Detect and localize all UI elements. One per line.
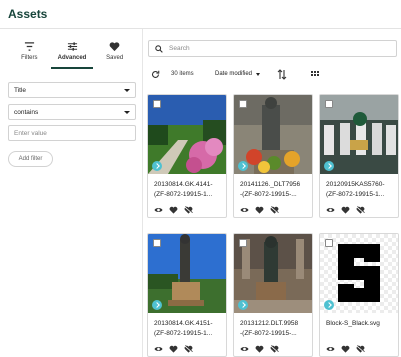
refresh-icon[interactable] [151, 70, 160, 79]
asset-actions [326, 206, 365, 214]
filter-field-value: Title [14, 86, 27, 94]
asset-title-line2: -(ZF-8072-19915-... [240, 191, 297, 198]
asset-actions [154, 345, 193, 353]
search-placeholder: Search [169, 45, 190, 52]
hide-heart-icon[interactable] [270, 206, 279, 214]
grid-view-icon[interactable] [311, 71, 319, 79]
filter-tabs: Filters Advanced Saved [8, 41, 136, 69]
asset-actions [240, 206, 279, 214]
select-checkbox[interactable] [153, 239, 161, 247]
block-s-logo [338, 244, 380, 302]
asset-title-line1: 20131212.DLT.9958 [240, 320, 299, 327]
filter-operator-value: contains [14, 108, 39, 116]
share-icon[interactable] [238, 300, 248, 310]
heart-icon[interactable] [169, 206, 178, 214]
tab-advanced[interactable]: Advanced [50, 41, 94, 69]
asset-title: 20131212.DLT.9958 -(ZF-8072-19915-... [240, 319, 308, 339]
hide-heart-icon[interactable] [270, 345, 279, 353]
hide-heart-icon[interactable] [184, 206, 193, 214]
asset-title: 20141126._DLT7956 -(ZF-8072-19915-... [240, 180, 308, 200]
page-title: Assets [8, 7, 48, 21]
tab-filters[interactable]: Filters [8, 41, 51, 69]
search-bar[interactable]: Search [148, 40, 397, 57]
add-filter-button[interactable]: Add filter [8, 151, 53, 167]
asset-title-line2: (ZF-8072-19915-1... [326, 191, 385, 198]
sort-label: Date modified [215, 71, 253, 77]
asset-title-line2: -(ZF-8072-19915-... [240, 330, 297, 337]
filter-field-select[interactable]: Title [8, 82, 136, 98]
asset-title-line1: 20141126._DLT7956 [240, 181, 301, 188]
tab-saved[interactable]: Saved [93, 41, 136, 69]
asset-title-line1: 20130814.GK.4151- [154, 320, 213, 327]
share-icon[interactable] [324, 161, 334, 171]
select-checkbox[interactable] [239, 239, 247, 247]
asset-title: Block-S_Black.svg [326, 319, 394, 329]
filter-icon [24, 42, 34, 51]
sort-direction-icon[interactable] [277, 69, 287, 80]
asset-title-line2: (ZF-8072-19915-1... [154, 191, 213, 198]
search-icon [155, 44, 163, 53]
eye-icon[interactable] [326, 345, 335, 353]
share-icon[interactable] [238, 161, 248, 171]
share-icon[interactable] [152, 161, 162, 171]
chevron-down-icon [124, 88, 130, 92]
eye-icon[interactable] [240, 345, 249, 353]
heart-icon[interactable] [255, 206, 264, 214]
select-checkbox[interactable] [239, 100, 247, 108]
asset-card[interactable]: 20130814.GK.4151- (ZF-8072-19915-1... [147, 233, 227, 357]
tab-saved-label: Saved [106, 55, 124, 61]
heart-icon[interactable] [255, 345, 264, 353]
asset-card[interactable]: Block-S_Black.svg [319, 233, 399, 357]
asset-card[interactable]: 20141126._DLT7956 -(ZF-8072-19915-... [233, 94, 313, 218]
asset-actions [326, 345, 365, 353]
tab-filters-label: Filters [21, 55, 38, 61]
asset-card[interactable]: 20130814.GK.4141- (ZF-8072-19915-1... [147, 94, 227, 218]
select-checkbox[interactable] [325, 239, 333, 247]
heart-icon[interactable] [169, 345, 178, 353]
asset-card[interactable]: 20120915KAS5760- (ZF-8072-19915-1... [319, 94, 399, 218]
asset-title: 20130814.GK.4141- (ZF-8072-19915-1... [154, 180, 222, 200]
heart-icon[interactable] [341, 206, 350, 214]
eye-icon[interactable] [240, 206, 249, 214]
eye-icon[interactable] [326, 206, 335, 214]
filter-value-placeholder: Enter value [14, 129, 47, 137]
eye-icon[interactable] [154, 345, 163, 353]
asset-title-line1: 20130814.GK.4141- [154, 181, 213, 188]
heart-icon[interactable] [341, 345, 350, 353]
hide-heart-icon[interactable] [356, 206, 365, 214]
results-toolbar: 30 items Date modified [148, 68, 397, 82]
select-checkbox[interactable] [153, 100, 161, 108]
share-icon[interactable] [152, 300, 162, 310]
sort-select[interactable]: Date modified [215, 71, 261, 77]
asset-title: 20120915KAS5760- (ZF-8072-19915-1... [326, 180, 394, 200]
eye-icon[interactable] [154, 206, 163, 214]
filter-panel: Filters Advanced Saved Title contains En… [0, 29, 143, 357]
hide-heart-icon[interactable] [356, 345, 365, 353]
asset-title: 20130814.GK.4151- (ZF-8072-19915-1... [154, 319, 222, 339]
filter-value-input[interactable]: Enter value [8, 125, 136, 141]
sliders-icon [67, 42, 77, 51]
tab-advanced-label: Advanced [57, 55, 87, 61]
hide-heart-icon[interactable] [184, 345, 193, 353]
filter-operator-select[interactable]: contains [8, 104, 136, 120]
share-icon[interactable] [324, 300, 334, 310]
app-header: Assets [0, 0, 401, 29]
asset-actions [240, 345, 279, 353]
asset-card[interactable]: 20131212.DLT.9958 -(ZF-8072-19915-... [233, 233, 313, 357]
chevron-down-icon [124, 110, 130, 114]
asset-actions [154, 206, 193, 214]
heart-icon [109, 42, 120, 52]
asset-title-line1: 20120915KAS5760- [326, 181, 385, 188]
result-count: 30 items [171, 71, 194, 77]
asset-title-line1: Block-S_Black.svg [326, 320, 380, 327]
asset-title-line2: (ZF-8072-19915-1... [154, 330, 213, 337]
chevron-down-icon [256, 72, 261, 76]
select-checkbox[interactable] [325, 100, 333, 108]
